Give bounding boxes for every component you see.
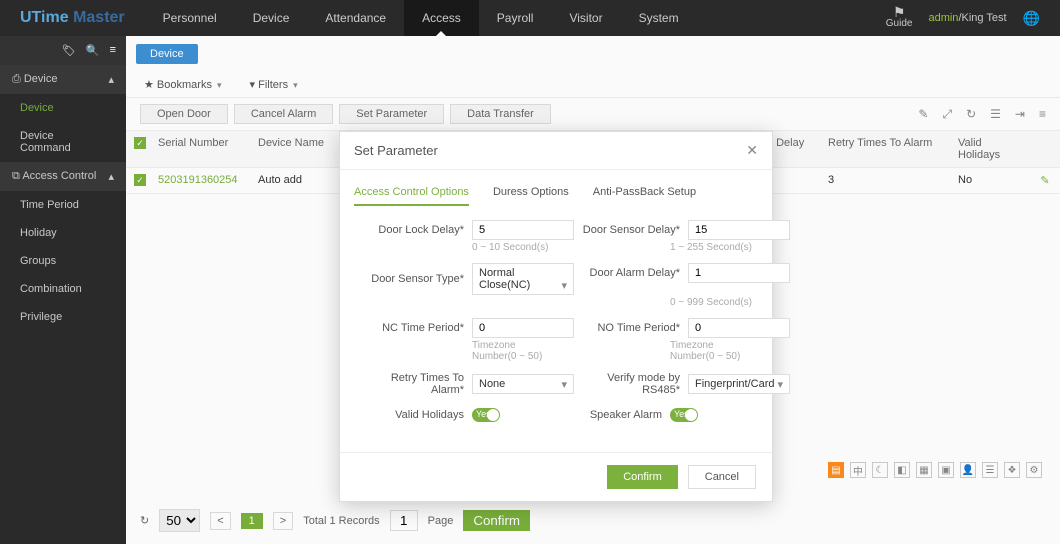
value-vrm: Fingerprint/Card [695,378,774,390]
label-speaker-alarm: Speaker Alarm [556,409,666,421]
input-no-time-period[interactable] [688,318,790,338]
select-retry-times[interactable]: None [472,374,574,394]
label-retry-times: Retry Times To Alarm* [358,372,468,396]
set-parameter-modal: Set Parameter ✕ Access Control Options D… [339,131,773,502]
helper-nct: Timezone Number(0 ~ 50) [472,340,556,362]
input-nc-time-period[interactable] [472,318,574,338]
value-rta: None [479,378,505,390]
label-nc-time-period: NC Time Period* [358,322,468,334]
label-door-sensor-delay: Door Sensor Delay* [574,224,684,236]
label-valid-holidays: Valid Holidays [358,409,468,421]
toggle-valid-holidays[interactable]: Yes [472,408,500,422]
modal-confirm-button[interactable]: Confirm [607,465,678,489]
input-door-alarm-delay[interactable] [688,263,790,283]
label-door-alarm-delay: Door Alarm Delay* [574,267,684,279]
helper-not: Timezone Number(0 ~ 50) [670,340,754,362]
value-dst: Normal Close(NC) [479,267,530,291]
helper-dad: 0 ~ 999 Second(s) [670,297,752,308]
toggle-yes-2: Yes [674,409,689,419]
close-icon[interactable]: ✕ [746,142,758,159]
modal-title: Set Parameter [354,143,438,158]
input-door-lock-delay[interactable] [472,220,574,240]
label-door-sensor-type: Door Sensor Type* [358,273,468,285]
tab-duress-options[interactable]: Duress Options [493,180,569,206]
input-door-sensor-delay[interactable] [688,220,790,240]
tab-anti-passback[interactable]: Anti-PassBack Setup [593,180,696,206]
modal-cancel-button[interactable]: Cancel [688,465,756,489]
select-door-sensor-type[interactable]: Normal Close(NC) [472,263,574,295]
label-door-lock-delay: Door Lock Delay* [358,224,468,236]
select-verify-mode[interactable]: Fingerprint/Card [688,374,790,394]
label-verify-mode: Verify mode by RS485* [574,372,684,396]
tab-access-control-options[interactable]: Access Control Options [354,180,469,206]
toggle-yes-1: Yes [476,409,491,419]
helper-dld: 0 ~ 10 Second(s) [472,242,548,253]
toggle-speaker-alarm[interactable]: Yes [670,408,698,422]
helper-dsd: 1 ~ 255 Second(s) [670,242,752,253]
label-no-time-period: NO Time Period* [574,322,684,334]
